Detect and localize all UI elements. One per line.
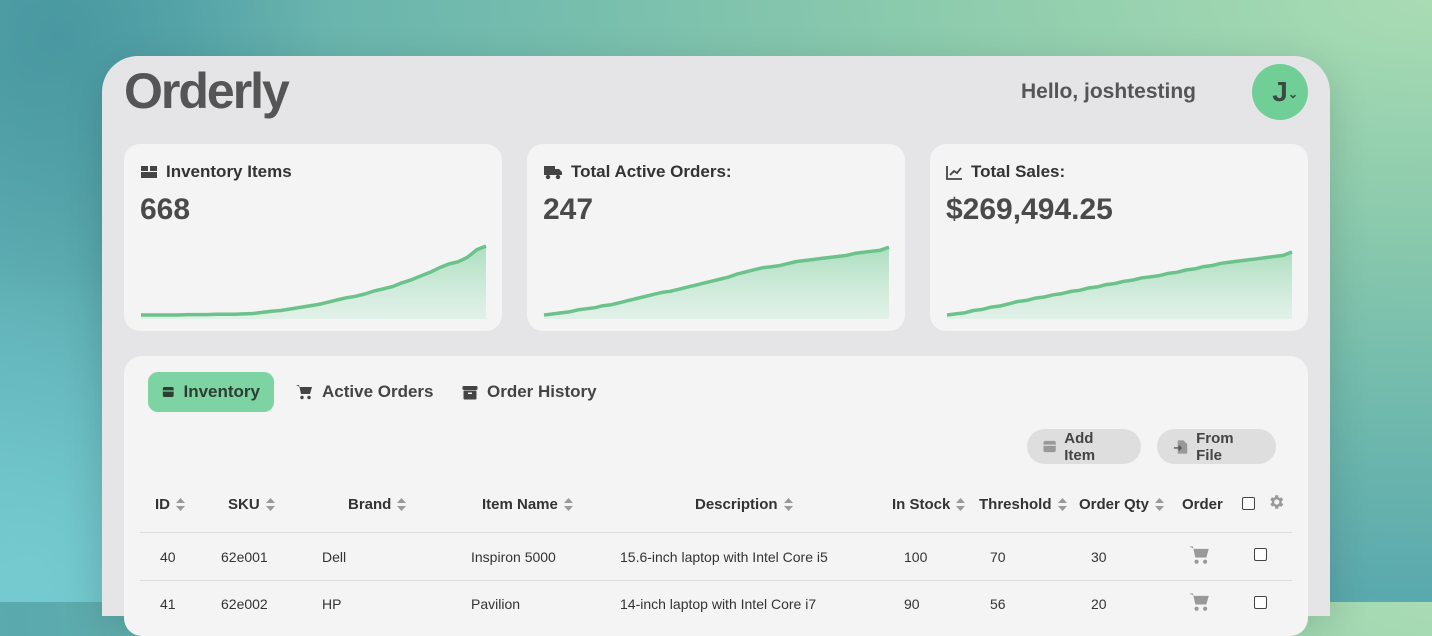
sort-icon	[1155, 498, 1165, 511]
chevron-down-icon: ⌄	[1287, 87, 1298, 101]
cell-id: 41	[160, 596, 176, 612]
cell-brand: Dell	[322, 549, 347, 565]
box-icon	[162, 387, 174, 397]
row-select-checkbox[interactable]	[1254, 596, 1267, 609]
card-title: Total Active Orders:	[571, 162, 732, 181]
truck-icon	[544, 165, 562, 179]
total-sales-card: Total Sales: $269,494.25	[930, 144, 1308, 331]
card-value: $269,494.25	[946, 193, 1113, 226]
cell-in-stock: 90	[904, 596, 920, 612]
card-value: 668	[140, 193, 191, 226]
card-title: Inventory Items	[166, 162, 292, 181]
cell-order-qty: 20	[1091, 596, 1107, 612]
column-header-description[interactable]: Description	[695, 496, 793, 513]
sort-icon	[176, 498, 185, 511]
tab-active-orders[interactable]: Active Orders	[281, 372, 448, 412]
cell-in-stock: 100	[904, 549, 928, 565]
boxes-icon	[141, 166, 157, 178]
avatar-initial: J	[1272, 76, 1288, 107]
box-icon	[1043, 440, 1056, 453]
header-label: ID	[155, 496, 170, 513]
tab-inventory[interactable]: Inventory	[148, 372, 274, 412]
archive-icon	[462, 385, 478, 399]
file-import-icon	[1173, 439, 1188, 454]
cell-threshold: 56	[990, 596, 1006, 612]
cell-description: 14-inch laptop with Intel Core i7	[620, 596, 817, 612]
tab-label: Active Orders	[322, 382, 434, 401]
active-orders-card: Total Active Orders: 247	[527, 144, 905, 331]
inventory-items-card: Inventory Items 668	[124, 144, 502, 331]
cell-sku: 62e001	[221, 549, 268, 565]
column-header-item-name[interactable]: Item Name	[482, 496, 573, 513]
row-select-checkbox[interactable]	[1254, 548, 1267, 561]
inventory-panel: Inventory Active Orders Order History Ad…	[124, 356, 1308, 636]
column-header-in-stock[interactable]: In Stock	[892, 496, 966, 513]
chart-line-icon	[946, 165, 962, 180]
cell-threshold: 70	[990, 549, 1006, 565]
from-file-label: From File	[1196, 429, 1234, 464]
cell-id: 40	[160, 549, 176, 565]
header-label: Order	[1182, 496, 1223, 513]
sort-icon	[783, 498, 793, 511]
sparkline-area	[141, 246, 486, 319]
cart-icon	[296, 385, 312, 400]
active-orders-sparkline	[543, 245, 890, 319]
add-item-label: Add Item	[1064, 429, 1096, 464]
app-logo: Orderly	[124, 63, 290, 119]
column-header-threshold[interactable]: Threshold	[979, 496, 1067, 513]
cart-icon[interactable]	[1188, 592, 1210, 612]
table-divider	[140, 532, 1292, 533]
header-label: SKU	[228, 496, 260, 513]
header-label: In Stock	[892, 496, 951, 513]
sort-icon	[956, 498, 966, 511]
column-header-brand[interactable]: Brand	[348, 496, 407, 513]
header-label: Item Name	[482, 496, 558, 513]
sort-icon	[1057, 498, 1067, 511]
cell-description: 15.6-inch laptop with Intel Core i5	[620, 549, 828, 565]
total-sales-sparkline	[946, 250, 1293, 319]
add-item-button[interactable]: Add Item	[1027, 429, 1141, 464]
column-header-order-qty[interactable]: Order Qty	[1079, 496, 1165, 513]
header-label: Description	[695, 496, 778, 513]
tab-label: Order History	[487, 382, 597, 401]
header-label: Order Qty	[1079, 496, 1150, 513]
sort-icon	[563, 498, 573, 511]
sort-icon	[265, 498, 275, 511]
select-all-checkbox[interactable]	[1242, 497, 1255, 510]
tab-order-history[interactable]: Order History	[448, 372, 611, 412]
card-value: 247	[543, 193, 594, 226]
inventory-sparkline	[141, 244, 487, 319]
sort-icon	[397, 498, 407, 511]
column-header-sku[interactable]: SKU	[228, 496, 275, 513]
gear-icon[interactable]	[1267, 493, 1285, 511]
cart-icon[interactable]	[1188, 545, 1210, 565]
card-title: Total Sales:	[971, 162, 1066, 181]
cell-order-qty: 30	[1091, 549, 1107, 565]
from-file-button[interactable]: From File	[1157, 429, 1276, 464]
column-header-id[interactable]: ID	[155, 496, 185, 513]
user-avatar-button[interactable]: J ⌄	[1252, 64, 1308, 120]
cell-sku: 62e002	[221, 596, 268, 612]
cell-brand: HP	[322, 596, 342, 612]
table-divider	[140, 580, 1292, 581]
greeting: Hello, joshtesting	[1020, 80, 1196, 103]
header-label: Brand	[348, 496, 392, 513]
app-window: Orderly Hello, joshtesting J ⌄ Inventory…	[102, 56, 1330, 636]
header-label: Threshold	[979, 496, 1052, 513]
cell-item-name: Pavilion	[471, 596, 521, 612]
cell-item-name: Inspiron 5000	[471, 549, 556, 565]
tab-label: Inventory	[183, 382, 260, 401]
column-header-order: Order	[1182, 496, 1223, 513]
